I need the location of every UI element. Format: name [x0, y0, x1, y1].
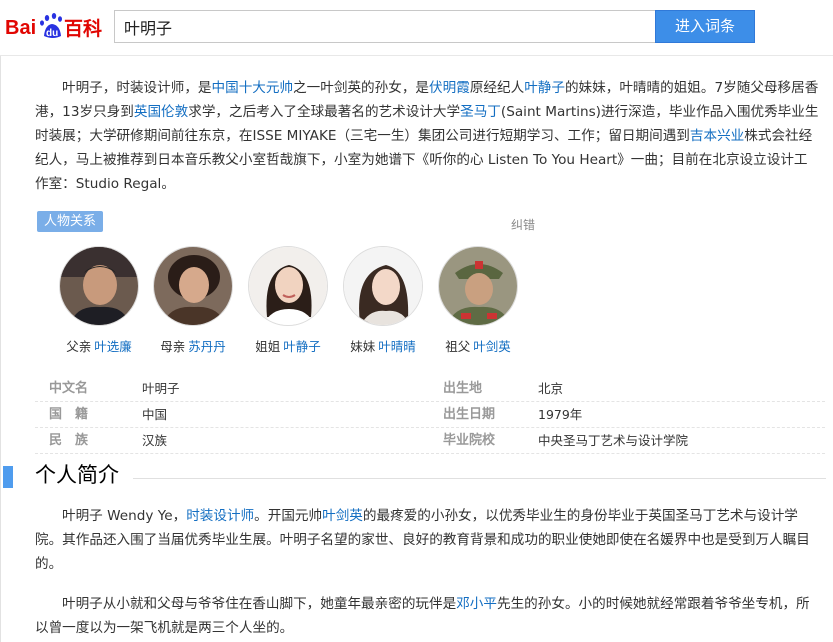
- person-name-link[interactable]: 叶晴晴: [378, 339, 416, 354]
- avatar[interactable]: [438, 246, 518, 326]
- info-row: 中文名 叶明子 出生地 北京: [35, 376, 825, 402]
- info-value: 汉族: [142, 433, 168, 448]
- relation-label: 妹妹: [350, 339, 376, 354]
- info-value: 中央圣马丁艺术与设计学院: [538, 433, 689, 448]
- info-key: 毕业院校: [443, 433, 496, 448]
- info-value: 中国: [142, 407, 168, 422]
- relation-person[interactable]: 母亲 苏丹丹: [143, 246, 243, 355]
- section-title: 个人简介: [35, 463, 119, 487]
- section-divider: [133, 478, 826, 479]
- inline-link[interactable]: 叶静子: [524, 80, 565, 96]
- inline-link[interactable]: 叶剑英: [322, 508, 363, 524]
- paragraph-text: 。开国元帅: [254, 508, 323, 524]
- info-value: 1979年: [538, 407, 583, 422]
- info-value: 叶明子: [142, 381, 180, 396]
- info-value: 北京: [538, 381, 564, 396]
- paragraph-text: 原经纪人: [469, 80, 525, 96]
- inline-link[interactable]: 邓小平: [456, 596, 497, 612]
- relation-person[interactable]: 妹妹 叶晴晴: [333, 246, 433, 355]
- relation-label: 祖父: [445, 339, 471, 354]
- relation-label: 父亲: [66, 339, 92, 354]
- person-name-link[interactable]: 叶选廉: [94, 339, 132, 354]
- inline-link[interactable]: 伏明霞: [429, 80, 470, 96]
- bio-paragraph: 叶明子从小就和父母与爷爷住在香山脚下，她童年最亲密的玩伴是邓小平先生的孙女。小的…: [35, 592, 821, 640]
- info-key: 出生地: [443, 381, 483, 396]
- avatar[interactable]: [248, 246, 328, 326]
- paragraph-text: 叶明子从小就和父母与爷爷住在香山脚下，她童年最亲密的玩伴是: [62, 596, 457, 612]
- correction-link[interactable]: 纠错: [511, 216, 535, 233]
- relation-label: 母亲: [160, 339, 186, 354]
- info-key: 出生日期: [443, 407, 496, 422]
- person-name-link[interactable]: 叶静子: [283, 339, 321, 354]
- inline-link[interactable]: 英国伦敦: [134, 104, 188, 120]
- info-key: 中文名: [49, 381, 89, 396]
- info-row: 民 族 汉族 毕业院校 中央圣马丁艺术与设计学院: [35, 428, 825, 454]
- paragraph-text: 之一叶剑英的孙女，是: [293, 80, 430, 96]
- svg-text:du: du: [46, 28, 58, 39]
- person-name-link[interactable]: 苏丹丹: [188, 339, 226, 354]
- baidu-baike-logo[interactable]: Bai du 百科: [5, 9, 109, 43]
- info-key: 民 族: [49, 433, 89, 448]
- inline-link[interactable]: 时装设计师: [186, 508, 254, 524]
- intro-paragraph: 叶明子，时装设计师，是中国十大元帅之一叶剑英的孙女，是伏明霞原经纪人叶静子的妹妹…: [35, 76, 821, 196]
- paragraph-text: 叶明子 Wendy Ye，: [62, 508, 187, 524]
- top-bar: Bai du 百科 进入词条: [0, 0, 833, 56]
- info-row: 国 籍 中国 出生日期 1979年: [35, 402, 825, 428]
- relation-person[interactable]: 姐姐 叶静子: [238, 246, 338, 355]
- paragraph-text: 求学，之后考入了全球最著名的艺术设计大学: [188, 104, 461, 120]
- bio-paragraph: 叶明子 Wendy Ye，时装设计师。开国元帅叶剑英的最疼爱的小孙女，以优秀毕业…: [35, 504, 821, 576]
- relation-label: 姐姐: [255, 339, 281, 354]
- paragraph-text: 叶明子，时装设计师，是: [62, 80, 212, 96]
- relation-person[interactable]: 父亲 叶选廉: [49, 246, 149, 355]
- section-marker: [3, 466, 13, 488]
- inline-link[interactable]: 吉本兴业: [690, 128, 744, 144]
- person-name-link[interactable]: 叶剑英: [473, 339, 511, 354]
- avatar[interactable]: [343, 246, 423, 326]
- relations-tag: 人物关系: [37, 211, 104, 232]
- main-content: 叶明子，时装设计师，是中国十大元帅之一叶剑英的孙女，是伏明霞原经纪人叶静子的妹妹…: [0, 56, 833, 642]
- info-key: 国 籍: [49, 407, 89, 422]
- svg-text:百科: 百科: [64, 17, 102, 40]
- enter-entry-button[interactable]: 进入词条: [655, 10, 755, 43]
- svg-text:Bai: Bai: [5, 17, 36, 39]
- avatar[interactable]: [59, 246, 139, 326]
- inline-link[interactable]: 圣马丁: [460, 104, 501, 120]
- avatar[interactable]: [153, 246, 233, 326]
- relation-person[interactable]: 祖父 叶剑英: [428, 246, 528, 355]
- inline-link[interactable]: 中国十大元帅: [212, 80, 294, 96]
- search-input[interactable]: [114, 10, 656, 43]
